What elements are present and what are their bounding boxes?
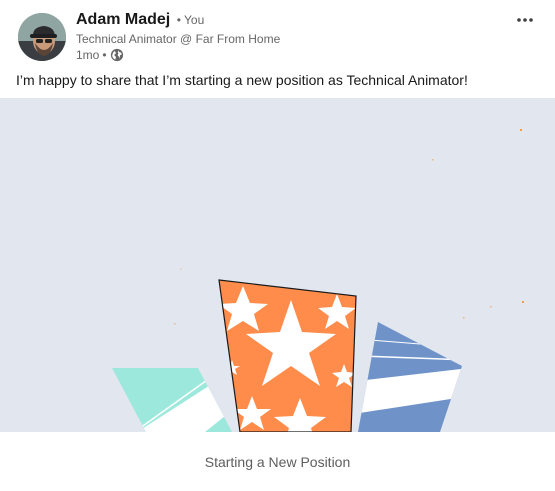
author-name[interactable]: Adam Madej (76, 11, 170, 28)
author-headline: Technical Animator @ Far From Home (76, 32, 281, 46)
celebration-illustration (0, 98, 555, 432)
more-options-button[interactable] (513, 10, 537, 30)
celebration-image[interactable] (0, 98, 555, 432)
orange-hat (218, 279, 357, 432)
post-header: Adam Madej • You Technical Animator @ Fa… (16, 10, 539, 66)
more-horizontal-icon (517, 18, 533, 22)
post-text: I’m happy to share that I’m starting a n… (16, 72, 468, 88)
meta-separator: • (102, 48, 107, 62)
connection-degree: • You (176, 13, 205, 27)
feed-post: Adam Madej • You Technical Animator @ Fa… (0, 0, 555, 491)
media-caption-bar[interactable]: Starting a New Position (0, 432, 555, 491)
avatar-photo (18, 13, 66, 61)
author-line: Adam Madej • You (76, 11, 204, 29)
post-time[interactable]: 1mo (76, 48, 99, 62)
post-meta: 1mo • (76, 48, 124, 62)
globe-icon (110, 48, 124, 62)
media-caption: Starting a New Position (204, 453, 351, 470)
avatar[interactable] (18, 13, 66, 61)
